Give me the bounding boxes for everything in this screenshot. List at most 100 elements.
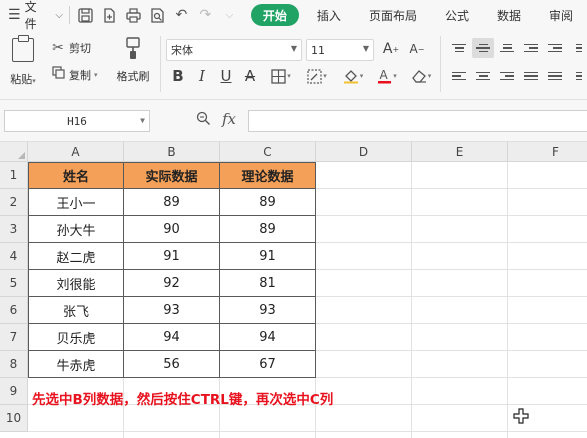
increase-font-icon[interactable]: A + [380, 39, 402, 59]
italic-icon[interactable]: I [192, 66, 212, 86]
table-cell[interactable]: 56 [124, 351, 220, 378]
row-header-6[interactable]: 6 [0, 297, 28, 324]
table-cell[interactable]: 赵二虎 [28, 243, 124, 270]
font-size-value: 11 [311, 43, 325, 57]
formula-input[interactable] [248, 110, 587, 132]
instruction-note[interactable]: 先选中B列数据，然后按住CTRL键，再次选中C列 [32, 384, 333, 411]
table-cell[interactable]: 90 [124, 216, 220, 243]
ribbon: 粘贴▾ ✂ 剪切 复制 ▾ 格式刷 宋体 ▼ 11 ▼ A + A − B I U A… [0, 30, 587, 100]
gridline [28, 431, 587, 432]
name-box[interactable]: H16 ▼ [4, 110, 150, 132]
print-preview-icon[interactable] [148, 6, 167, 25]
row-header-3[interactable]: 3 [0, 216, 28, 243]
row-header-8[interactable]: 8 [0, 351, 28, 378]
justify-icon[interactable] [520, 66, 542, 86]
decrease-indent-icon[interactable] [520, 38, 542, 58]
tab-review[interactable]: 审阅 [535, 4, 587, 26]
select-all-corner[interactable] [0, 142, 28, 162]
column-header-c[interactable]: C [220, 142, 316, 162]
insert-function-icon[interactable]: fx [222, 110, 236, 128]
tab-page-layout[interactable]: 页面布局 [355, 4, 431, 26]
align-bottom-icon[interactable] [496, 38, 518, 58]
table-cell[interactable]: 93 [220, 297, 316, 324]
table-cell[interactable]: 94 [220, 324, 316, 351]
align-middle-icon[interactable] [472, 38, 494, 58]
column-header-d[interactable]: D [316, 142, 412, 162]
format-painter-button[interactable]: 格式刷 [112, 36, 154, 94]
tab-insert[interactable]: 插入 [303, 4, 355, 26]
row-header-1[interactable]: 1 [0, 162, 28, 189]
fill-color-icon[interactable]: ▾ [338, 66, 368, 86]
font-color-icon[interactable]: A ▾ [372, 66, 402, 86]
wrap-text-icon[interactable] [568, 38, 587, 58]
column-header-e[interactable]: E [412, 142, 508, 162]
row-header-10[interactable]: 10 [0, 405, 28, 432]
table-cell[interactable]: 89 [220, 216, 316, 243]
border-icon[interactable]: ▾ [266, 66, 296, 86]
table-cell[interactable]: 刘很能 [28, 270, 124, 297]
undo-icon[interactable]: ↶ [172, 6, 191, 25]
strikethrough-icon[interactable]: A [240, 66, 260, 86]
copy-button[interactable]: 复制 ▾ [50, 66, 98, 83]
column-header-f[interactable]: F [508, 142, 587, 162]
column-header-a[interactable]: A [28, 142, 124, 162]
distributed-align-icon[interactable] [544, 66, 566, 86]
align-right-icon[interactable] [496, 66, 518, 86]
paste-button[interactable]: 粘贴▾ [6, 35, 40, 94]
table-cell[interactable]: 92 [124, 270, 220, 297]
print-icon[interactable] [124, 6, 143, 25]
tab-formulas[interactable]: 公式 [431, 4, 483, 26]
quick-access-toolbar: ↶ ↷ ⌵ [76, 6, 239, 25]
table-header-cell[interactable]: 姓名 [28, 162, 124, 189]
align-left-icon[interactable] [448, 66, 470, 86]
table-cell[interactable]: 67 [220, 351, 316, 378]
table-cell[interactable]: 93 [124, 297, 220, 324]
row-header-4[interactable]: 4 [0, 243, 28, 270]
table-cell[interactable]: 89 [124, 189, 220, 216]
table-header-cell[interactable]: 理论数据 [220, 162, 316, 189]
decrease-font-icon[interactable]: A − [406, 39, 428, 59]
ribbon-tabs: 开始 插入 页面布局 公式 数据 审阅 [250, 4, 587, 26]
table-cell[interactable]: 81 [220, 270, 316, 297]
export-pdf-icon[interactable] [100, 6, 119, 25]
tab-home[interactable]: 开始 [250, 4, 299, 26]
table-cell[interactable]: 张飞 [28, 297, 124, 324]
save-icon[interactable] [76, 6, 95, 25]
chevron-down-icon: ⌵ [55, 9, 63, 21]
file-menu[interactable]: ☰ 文件 ⌵ [0, 0, 63, 31]
row-header-2[interactable]: 2 [0, 189, 28, 216]
align-top-icon[interactable] [448, 38, 470, 58]
row-header-5[interactable]: 5 [0, 270, 28, 297]
formula-bar: H16 ▼ fx [0, 100, 587, 142]
bold-icon[interactable]: B [168, 66, 188, 86]
table-cell[interactable]: 94 [124, 324, 220, 351]
divider [68, 6, 70, 24]
row-header-9[interactable]: 9 [0, 378, 28, 405]
table-cell[interactable]: 91 [124, 243, 220, 270]
underline-icon[interactable]: U [216, 66, 236, 86]
more-chevron-icon[interactable]: ⌵ [220, 6, 239, 25]
table-cell[interactable]: 89 [220, 189, 316, 216]
cut-button[interactable]: ✂ 剪切 [50, 40, 91, 56]
chevron-down-icon: ▼ [290, 44, 297, 53]
conditional-format-icon[interactable]: ▾ [302, 66, 332, 86]
font-name-select[interactable]: 宋体 ▼ [166, 39, 302, 61]
font-size-select[interactable]: 11 ▼ [306, 39, 374, 61]
table-cell[interactable]: 孙大牛 [28, 216, 124, 243]
format-painter-label: 格式刷 [116, 70, 150, 83]
table-header-cell[interactable]: 实际数据 [124, 162, 220, 189]
tab-data[interactable]: 数据 [483, 4, 535, 26]
paintbrush-icon [124, 36, 142, 62]
zoom-search-icon[interactable] [196, 111, 211, 130]
eraser-icon[interactable]: ▾ [406, 66, 436, 86]
column-header-b[interactable]: B [124, 142, 220, 162]
increase-indent-icon[interactable] [544, 38, 566, 58]
merge-cells-icon[interactable] [568, 66, 587, 86]
align-center-icon[interactable] [472, 66, 494, 86]
table-cell[interactable]: 王小一 [28, 189, 124, 216]
row-header-7[interactable]: 7 [0, 324, 28, 351]
redo-icon[interactable]: ↷ [196, 6, 215, 25]
table-cell[interactable]: 贝乐虎 [28, 324, 124, 351]
table-cell[interactable]: 牛赤虎 [28, 351, 124, 378]
table-cell[interactable]: 91 [220, 243, 316, 270]
